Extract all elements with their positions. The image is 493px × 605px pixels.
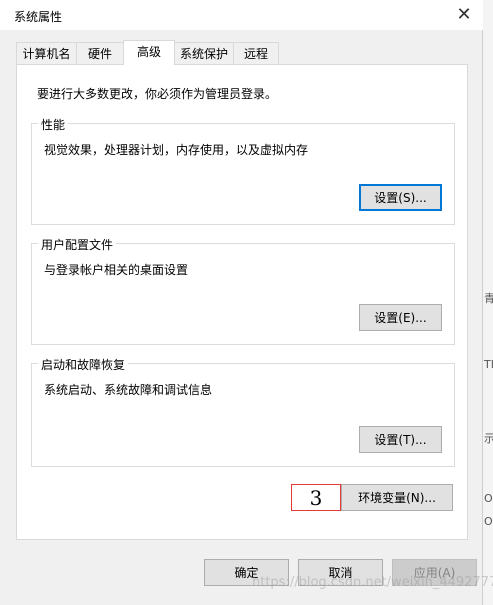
background-text-fragment: 青	[484, 292, 493, 305]
tab-computer-name[interactable]: 计算机名	[16, 42, 77, 64]
startup-recovery-group: 启动和故障恢复 系统启动、系统故障和调试信息 设置(T)...	[31, 356, 455, 467]
environment-variables-button[interactable]: 环境变量(N)...	[341, 484, 453, 511]
background-window-edge: 青 TM 示 OH OH	[482, 0, 493, 605]
performance-description: 视觉效果，处理器计划，内存使用，以及虚拟内存	[44, 143, 309, 157]
close-icon[interactable]: ✕	[451, 3, 477, 27]
title-bar[interactable]: 系统属性 ✕	[0, 0, 483, 30]
startup-recovery-description: 系统启动、系统故障和调试信息	[44, 383, 213, 397]
watermark-text: https://blog.csdn.net/weixin_44927778	[252, 575, 493, 590]
annotation-step-number: 3	[291, 484, 341, 511]
tab-remote[interactable]: 远程	[233, 42, 279, 64]
user-profiles-group: 用户配置文件 与登录帐户相关的桌面设置 设置(E)...	[31, 236, 455, 345]
tab-hardware[interactable]: 硬件	[76, 42, 124, 64]
user-profiles-settings-button[interactable]: 设置(E)...	[359, 304, 442, 331]
background-text-fragment: TM	[484, 358, 493, 371]
tab-system-protection[interactable]: 系统保护	[174, 42, 234, 64]
admin-notice: 要进行大多数更改，你必须作为管理员登录。	[37, 87, 278, 101]
system-properties-dialog: 系统属性 ✕ 计算机名 硬件 高级 系统保护 远程 要进行大多数更改，你必须作为…	[0, 0, 483, 605]
advanced-tab-panel: 要进行大多数更改，你必须作为管理员登录。 性能 视觉效果，处理器计划，内存使用，…	[16, 64, 468, 540]
performance-settings-button[interactable]: 设置(S)...	[359, 184, 442, 211]
tab-advanced[interactable]: 高级	[123, 40, 175, 65]
performance-title: 性能	[38, 116, 69, 133]
performance-group: 性能 视觉效果，处理器计划，内存使用，以及虚拟内存 设置(S)...	[31, 116, 455, 225]
startup-recovery-settings-button[interactable]: 设置(T)...	[359, 426, 442, 453]
background-text-fragment: OH	[484, 492, 493, 505]
user-profiles-description: 与登录帐户相关的桌面设置	[44, 263, 189, 277]
startup-recovery-title: 启动和故障恢复	[38, 356, 129, 373]
user-profiles-title: 用户配置文件	[38, 236, 117, 253]
background-text-fragment: OH	[484, 515, 493, 528]
background-text-fragment: 示	[484, 432, 493, 445]
window-title: 系统属性	[14, 10, 63, 24]
